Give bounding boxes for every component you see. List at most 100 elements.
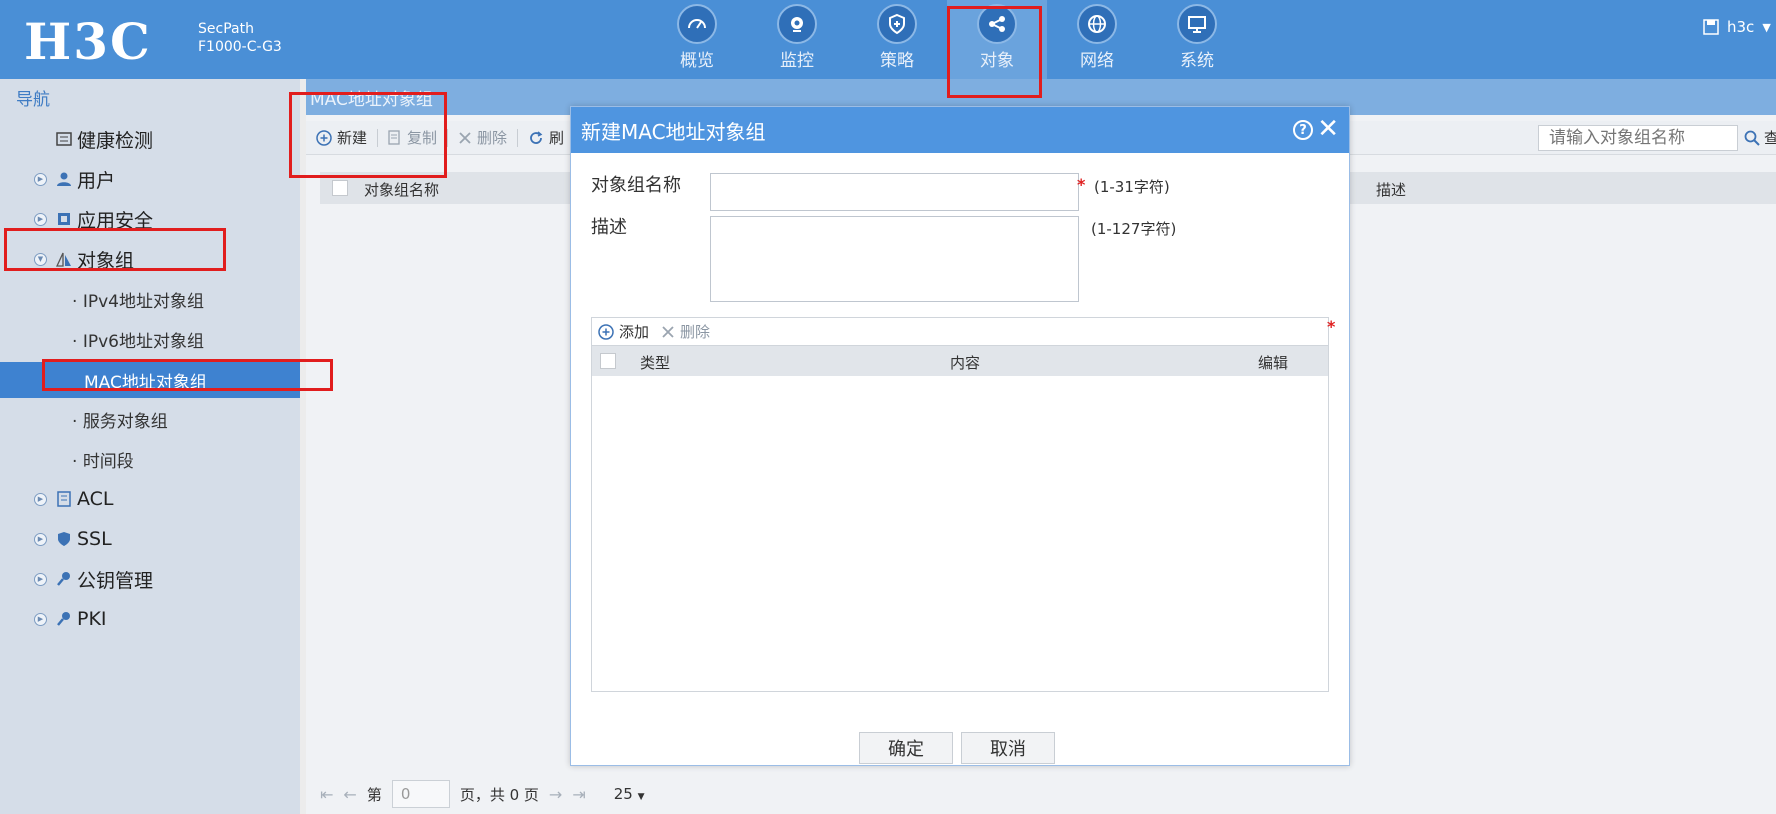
- nav-system[interactable]: 系统: [1147, 0, 1247, 79]
- sidebar-subitem-label: · IPv4地址对象组: [72, 291, 204, 312]
- expand-icon[interactable]: ▶: [34, 532, 47, 546]
- add-icon: [316, 129, 332, 146]
- expand-icon[interactable]: ▶: [34, 572, 47, 586]
- nav-network[interactable]: 网络: [1047, 0, 1147, 79]
- sidebar-subitem-ipv6[interactable]: · IPv6地址对象组: [0, 321, 300, 357]
- sidebar-subitem-ipv4[interactable]: · IPv4地址对象组: [0, 281, 300, 317]
- first-page-icon[interactable]: ⇤: [320, 785, 333, 804]
- delete-icon: [459, 131, 471, 144]
- page-number-input[interactable]: [391, 780, 450, 808]
- product-series: SecPath: [198, 21, 254, 37]
- required-mark: *: [1077, 175, 1086, 194]
- search-button[interactable]: 查: [1744, 127, 1776, 148]
- camera-icon: [777, 4, 817, 44]
- sidebar-subitem-label: · IPv6地址对象组: [72, 331, 204, 352]
- select-all-checkbox[interactable]: [332, 180, 348, 196]
- sidebar-item-app-security[interactable]: ▶ 应用安全: [0, 201, 300, 237]
- nav-object[interactable]: 对象: [947, 0, 1047, 79]
- sidebar-subitem-label: · 服务对象组: [72, 411, 168, 432]
- sidebar-item-user[interactable]: ▶ 用户: [0, 161, 300, 197]
- product-model: F1000-C-G3: [198, 39, 282, 55]
- nav-label: 系统: [1180, 51, 1214, 71]
- prev-page-icon[interactable]: ←: [343, 785, 356, 804]
- sidebar-item-label: PKI: [77, 608, 107, 630]
- nav-overview[interactable]: 概览: [647, 0, 747, 79]
- sidebar-item-health-check[interactable]: 健康检测: [0, 121, 300, 157]
- ssl-icon: [55, 530, 73, 548]
- top-header: H3C SecPath F1000-C-G3 概览 监控 策略 对象 网络 系统…: [0, 0, 1776, 79]
- expand-icon[interactable]: ▶: [34, 492, 47, 506]
- breadcrumb-current: MAC地址对象组: [310, 89, 433, 110]
- globe-icon: [1077, 4, 1117, 44]
- expand-icon[interactable]: ▶: [34, 612, 47, 626]
- expand-icon[interactable]: ▶: [34, 172, 47, 186]
- search-icon: [1744, 130, 1760, 146]
- copy-icon: [388, 129, 400, 145]
- close-icon[interactable]: ✕: [1317, 115, 1339, 143]
- next-page-icon[interactable]: →: [549, 785, 562, 804]
- sidebar-subitem-time-range[interactable]: · 时间段: [0, 441, 300, 477]
- copy-button-label: 复制: [407, 129, 438, 147]
- sidebar-item-acl[interactable]: ▶ ACL: [0, 481, 300, 517]
- required-mark: *: [1327, 317, 1336, 336]
- group-name-input[interactable]: [710, 173, 1079, 211]
- sidebar-subitem-service[interactable]: · 服务对象组: [0, 401, 300, 437]
- delete-member-button[interactable]: 删除: [655, 321, 716, 342]
- delete-icon: [662, 325, 674, 338]
- chevron-down-icon: ▼: [637, 792, 645, 802]
- sidebar-item-pki[interactable]: ▶ PKI: [0, 601, 300, 637]
- sidebar-item-label: 对象组: [77, 249, 135, 272]
- sidebar: 导航 健康检测 ▶ 用户 ▶ 应用安全 ▼ 对象组 · IPv4地址对象组 · …: [0, 79, 300, 814]
- new-button[interactable]: 新建: [306, 127, 377, 148]
- collapse-icon[interactable]: ▼: [34, 252, 47, 266]
- add-member-button[interactable]: 添加: [592, 321, 655, 342]
- help-icon[interactable]: ?: [1293, 120, 1313, 140]
- page-total: 页，共 0 页: [459, 785, 539, 804]
- select-all-checkbox[interactable]: [600, 353, 616, 369]
- username: h3c: [1727, 18, 1755, 36]
- add-icon: [598, 323, 614, 340]
- sidebar-item-ssl[interactable]: ▶ SSL: [0, 521, 300, 557]
- sidebar-item-object-group[interactable]: ▼ 对象组: [0, 241, 300, 277]
- health-check-icon: [55, 130, 73, 148]
- search-input[interactable]: [1538, 125, 1738, 151]
- new-mac-group-dialog: 新建MAC地址对象组 ? ✕ 对象组名称 * (1-31字符) 描述 (1-12…: [570, 106, 1350, 766]
- member-toolbar: 添加 删除: [592, 318, 1328, 346]
- pki-icon: [55, 610, 73, 628]
- copy-button[interactable]: 复制: [378, 127, 447, 148]
- sidebar-item-label: 公钥管理: [77, 569, 154, 592]
- sidebar-item-public-key[interactable]: ▶ 公钥管理: [0, 561, 300, 597]
- refresh-button[interactable]: 刷: [518, 127, 574, 148]
- description-label: 描述: [591, 217, 627, 238]
- column-name: 对象组名称: [364, 181, 440, 199]
- nav-monitor[interactable]: 监控: [747, 0, 847, 79]
- description-input[interactable]: [710, 216, 1079, 302]
- user-icon: [55, 170, 73, 188]
- object-group-icon: [55, 250, 73, 268]
- monitor-icon: [1177, 4, 1217, 44]
- page-size-select[interactable]: 25 ▼: [614, 785, 645, 803]
- app-security-icon: [55, 210, 73, 228]
- name-label: 对象组名称: [591, 175, 681, 196]
- description-hint: (1-127字符): [1091, 220, 1177, 238]
- add-button-label: 添加: [619, 323, 650, 341]
- expand-icon[interactable]: ▶: [34, 212, 47, 226]
- logo: H3C: [24, 12, 152, 71]
- cancel-button[interactable]: 取消: [961, 732, 1055, 764]
- nav-policy[interactable]: 策略: [847, 0, 947, 79]
- sidebar-subitem-mac[interactable]: MAC地址对象组: [0, 362, 300, 398]
- column-description: 描述: [1376, 181, 1407, 199]
- ok-button[interactable]: 确定: [859, 732, 953, 764]
- user-menu[interactable]: h3c ▼: [1703, 18, 1771, 36]
- delete-button-label: 删除: [477, 129, 508, 147]
- acl-icon: [55, 490, 73, 508]
- sidebar-title: 导航: [16, 90, 50, 110]
- dialog-title-bar: 新建MAC地址对象组 ? ✕: [571, 107, 1349, 153]
- sidebar-item-label: 用户: [77, 169, 116, 192]
- last-page-icon[interactable]: ⇥: [572, 785, 585, 804]
- column-edit: 编辑: [1258, 354, 1289, 372]
- column-type: 类型: [640, 354, 671, 372]
- chevron-down-icon: ▼: [1762, 20, 1771, 34]
- delete-button[interactable]: 删除: [448, 127, 517, 148]
- sidebar-item-label: SSL: [77, 528, 112, 550]
